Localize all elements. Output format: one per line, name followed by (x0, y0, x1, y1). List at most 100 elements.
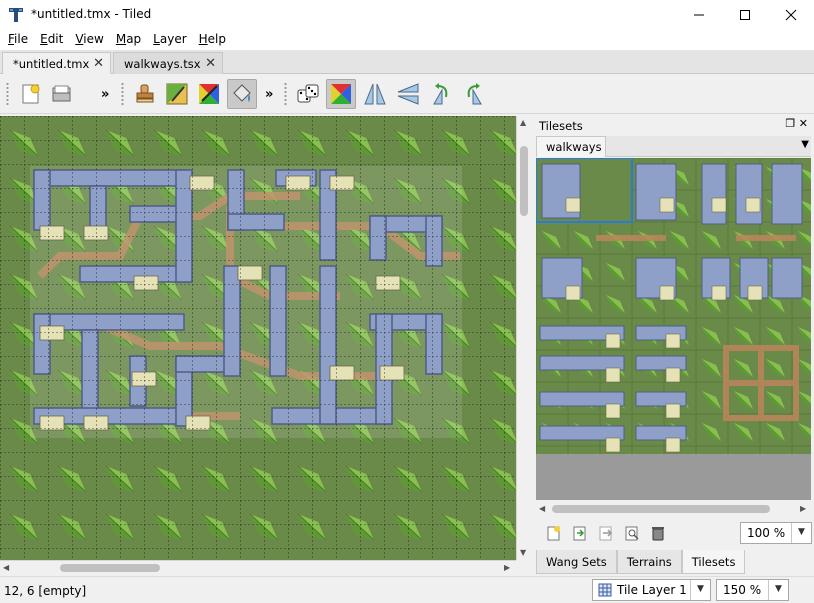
new-tileset-icon (547, 526, 560, 541)
menu-edit[interactable]: Edit (34, 30, 69, 50)
tileset-zoom-combo[interactable]: 100 % ▼ (740, 522, 812, 544)
open-button[interactable] (47, 79, 77, 109)
toolbar-grip[interactable] (6, 82, 9, 106)
scroll-left-icon[interactable]: ◀ (3, 563, 9, 572)
wang-brush-button[interactable] (194, 79, 224, 109)
menu-help[interactable]: Help (193, 30, 232, 50)
tileset-view[interactable] (536, 158, 811, 500)
import-tileset-button[interactable] (569, 522, 591, 544)
tileset-toolbar (543, 522, 669, 544)
export-tileset-button[interactable] (595, 522, 617, 544)
bucket-fill-icon (233, 84, 251, 102)
dock-title: Tilesets (539, 119, 583, 133)
tileset-tiles[interactable] (536, 158, 811, 500)
map-tiles[interactable] (0, 116, 516, 560)
minimize-icon (694, 14, 704, 16)
tileset-tab-walkways[interactable]: walkways (536, 136, 606, 157)
map-horizontal-scrollbar[interactable]: ◀ ▶ (0, 560, 516, 574)
minimize-button[interactable] (676, 0, 722, 30)
tab-terrains[interactable]: Terrains (616, 550, 682, 574)
layer-grid-icon (598, 583, 612, 597)
wang-fill-mode-button[interactable] (326, 79, 356, 109)
tile-grid (0, 116, 516, 560)
status-bar: 12, 6 [empty] Tile Layer 1 ▼ 150 % ▼ (0, 576, 814, 603)
flip-vertical-button[interactable] (393, 79, 423, 109)
bucket-fill-button[interactable] (227, 79, 257, 109)
main-toolbar: » » (0, 74, 814, 114)
toolbar-overflow-icon[interactable]: » (101, 87, 109, 102)
menu-view[interactable]: View (69, 30, 109, 50)
tab-label: walkways.tsx (124, 57, 201, 71)
scroll-thumb[interactable] (552, 505, 770, 513)
chevron-down-icon[interactable]: ▼ (690, 580, 710, 600)
tab-close-icon[interactable]: ✕ (205, 56, 216, 71)
map-vertical-scrollbar[interactable]: ▲ ▼ (516, 116, 530, 560)
terrain-brush-button[interactable] (162, 79, 192, 109)
dock-bottom-tabs: Wang Sets Terrains Tilesets (536, 550, 746, 574)
menu-layer[interactable]: Layer (147, 30, 192, 50)
title-bar: *untitled.tmx - Tiled (0, 0, 814, 30)
tab-wang-sets[interactable]: Wang Sets (536, 550, 617, 574)
tileset-horizontal-scrollbar[interactable]: ◀ ▶ (536, 502, 811, 516)
wang-fill-mode-icon (331, 84, 351, 104)
tab-tilesets[interactable]: Tilesets (681, 550, 746, 574)
menu-map[interactable]: Map (110, 30, 147, 50)
rotate-right-button[interactable] (459, 79, 489, 109)
tiled-app-icon (9, 8, 23, 22)
tileset-zoom-value: 100 % (747, 526, 786, 540)
terrain-brush-icon (166, 83, 188, 105)
scroll-thumb[interactable] (60, 564, 160, 572)
rotate-right-icon (467, 83, 482, 105)
toolbar-grip[interactable] (284, 82, 287, 106)
menu-file[interactable]: File (2, 30, 34, 50)
random-mode-button[interactable] (293, 79, 323, 109)
scroll-left-icon[interactable]: ◀ (539, 504, 545, 513)
import-tileset-icon (573, 526, 586, 541)
new-tileset-button[interactable] (543, 522, 565, 544)
stamp-brush-icon (136, 84, 154, 103)
tab-untitled-tmx[interactable]: *untitled.tmx ✕ (2, 52, 111, 74)
menu-bar: File Edit View Map Layer Help (0, 30, 814, 50)
open-icon (52, 85, 71, 102)
flip-horizontal-button[interactable] (360, 79, 390, 109)
dock-float-close-icons[interactable]: ❐ ✕ (785, 117, 808, 130)
tileset-menu-icon[interactable]: ▼ (801, 139, 809, 150)
scroll-thumb[interactable] (520, 146, 528, 216)
toolbar-overflow-icon[interactable]: » (265, 87, 273, 102)
maximize-icon (740, 10, 750, 20)
edit-tileset-button[interactable] (621, 522, 643, 544)
toolbar-grip[interactable] (121, 82, 124, 106)
cursor-position: 12, 6 [empty] (4, 584, 87, 598)
trash-icon (652, 527, 664, 541)
wang-brush-icon (199, 84, 219, 104)
chevron-down-icon[interactable]: ▼ (791, 523, 811, 543)
scroll-down-icon[interactable]: ▼ (520, 548, 526, 557)
flip-horizontal-icon (364, 83, 386, 105)
close-icon (785, 9, 797, 21)
new-map-button[interactable] (16, 79, 46, 109)
remove-tileset-button[interactable] (647, 522, 669, 544)
scroll-right-icon[interactable]: ▶ (504, 563, 510, 572)
document-tab-bar: *untitled.tmx ✕ walkways.tsx ✕ (0, 50, 814, 74)
tab-close-icon[interactable]: ✕ (93, 56, 104, 71)
close-window-button[interactable] (768, 0, 814, 30)
layer-combo[interactable]: Tile Layer 1 ▼ (592, 579, 711, 601)
stamp-brush-button[interactable] (130, 79, 160, 109)
tileset-tab-row: walkways ▼ (536, 136, 811, 157)
current-layer-name: Tile Layer 1 (617, 583, 687, 597)
scroll-right-icon[interactable]: ▶ (800, 504, 806, 513)
scroll-up-icon[interactable]: ▲ (520, 118, 526, 127)
map-canvas[interactable] (0, 116, 516, 560)
map-zoom-combo[interactable]: 150 % ▼ (716, 579, 789, 601)
map-zoom-value: 150 % (723, 583, 762, 597)
export-tileset-icon (599, 526, 613, 541)
rotate-left-button[interactable] (426, 79, 456, 109)
tilesets-dock: Tilesets ❐ ✕ walkways ▼ ◀ ▶ 100 % ▼ Wang… (533, 116, 814, 574)
chevron-down-icon[interactable]: ▼ (768, 580, 788, 600)
maximize-button[interactable] (722, 0, 768, 30)
tab-label: *untitled.tmx (13, 57, 90, 71)
tab-walkways-tsx[interactable]: walkways.tsx ✕ (113, 52, 223, 74)
new-map-icon (22, 84, 40, 104)
flip-vertical-icon (397, 83, 419, 105)
edit-tileset-icon (625, 526, 639, 541)
